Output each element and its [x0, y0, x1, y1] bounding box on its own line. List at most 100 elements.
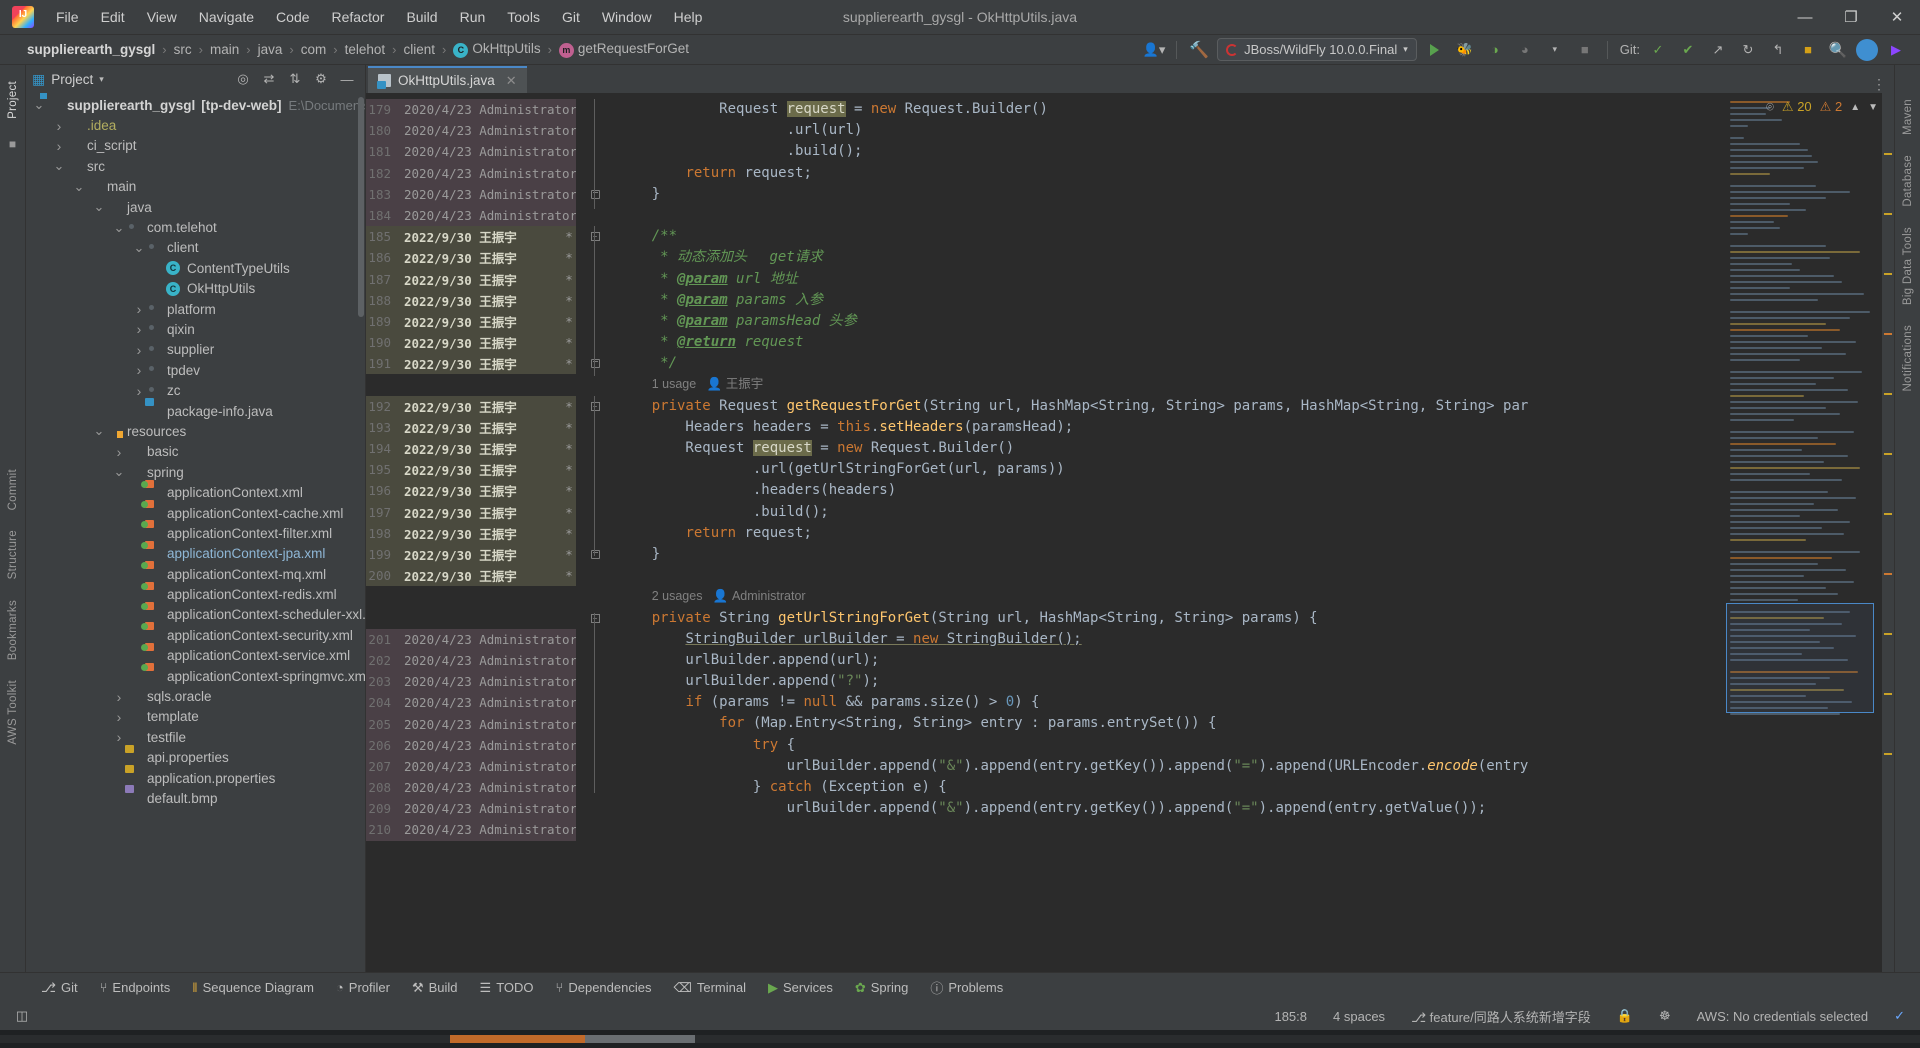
editor-tab-options-icon[interactable]: ⋮: [1872, 76, 1894, 93]
annotation-row[interactable]: 194 2022/9/30 王振宇 *: [366, 438, 576, 460]
settings-gear-icon[interactable]: ⚙: [309, 68, 333, 90]
tool-tab-aws[interactable]: AWS Toolkit: [4, 670, 22, 755]
inspection-profile-icon[interactable]: ☸: [1654, 1006, 1676, 1026]
tree-item-ci-script[interactable]: › ci_script: [26, 136, 365, 156]
chevron-right-icon[interactable]: ›: [112, 729, 126, 745]
breadcrumb-item-okhttputils[interactable]: C OkHttpUtils: [450, 40, 543, 59]
fold-gutter-row[interactable]: [576, 290, 614, 311]
menu-item-navigate[interactable]: Navigate: [189, 5, 264, 29]
tree-item-package-info.java[interactable]: package-info.java: [26, 401, 365, 421]
menu-bar[interactable]: File Edit View Navigate Code Refactor Bu…: [46, 5, 712, 29]
structure-chip-icon[interactable]: ■: [9, 137, 16, 151]
annotation-row[interactable]: 210 2020/4/23 Administrator: [366, 819, 577, 841]
fold-gutter-row[interactable]: [576, 735, 614, 756]
editor-tab-okhttputils[interactable]: OkHttpUtils.java ✕: [368, 66, 527, 93]
fold-gutter-row[interactable]: [576, 184, 614, 205]
error-stripe-mark[interactable]: [1884, 693, 1892, 695]
menu-item-refactor[interactable]: Refactor: [322, 5, 395, 29]
collapse-fold-icon[interactable]: −: [590, 232, 600, 242]
chevron-right-icon[interactable]: ›: [132, 301, 146, 317]
code-line[interactable]: Request request = new Request.Builder(): [614, 438, 1722, 459]
chevron-down-icon[interactable]: ⌄: [72, 180, 86, 193]
aws-credentials-widget[interactable]: AWS: No credentials selected: [1692, 1007, 1873, 1026]
annotation-row[interactable]: 180 2020/4/23 Administrator: [366, 120, 577, 142]
fold-gutter-row[interactable]: [576, 692, 614, 713]
run-with-coverage-button[interactable]: ◑: [1483, 39, 1507, 61]
tree-item-applicationcontext-redis.xml[interactable]: applicationContext-redis.xml: [26, 584, 365, 604]
tree-item-supplier[interactable]: › supplier: [26, 340, 365, 360]
tree-item-basic[interactable]: › basic: [26, 442, 365, 462]
annotation-row[interactable]: [366, 374, 576, 396]
fold-end-icon[interactable]: [590, 189, 600, 199]
annotation-row[interactable]: 193 2022/9/30 王振宇 *: [366, 416, 576, 438]
menu-item-view[interactable]: View: [137, 5, 187, 29]
error-stripe-mark[interactable]: [1884, 393, 1892, 395]
bottom-tab-sequence-diagram[interactable]: ‖ Sequence Diagram: [181, 977, 325, 998]
chevron-right-icon[interactable]: ›: [132, 342, 146, 358]
build-hammer-icon[interactable]: 🔨: [1187, 39, 1211, 61]
bottom-tab-todo[interactable]: ☰ TODO: [469, 977, 545, 999]
bottom-tab-services[interactable]: ▶ Services: [757, 977, 844, 999]
git-branch-widget[interactable]: ⎇ feature/同路人系统新增字段: [1406, 1005, 1596, 1028]
git-update-icon[interactable]: ✓: [1646, 39, 1670, 61]
fold-gutter-row[interactable]: [576, 120, 614, 141]
fold-gutter-row[interactable]: [576, 311, 614, 332]
fold-gutter-row[interactable]: [576, 713, 614, 734]
code-line[interactable]: .headers(headers): [614, 480, 1722, 501]
annotation-row[interactable]: 181 2020/4/23 Administrator: [366, 141, 577, 163]
code-line[interactable]: if (params != null && params.size() > 0)…: [614, 692, 1722, 713]
expand-all-icon[interactable]: ⇄: [257, 68, 281, 90]
code-line[interactable]: * @return request: [614, 332, 1722, 353]
tool-tab-bigdata[interactable]: Big Data Tools: [1899, 217, 1917, 315]
code-line[interactable]: urlBuilder.append("&").append(entry.getK…: [614, 798, 1722, 819]
code-line[interactable]: StringBuilder urlBuilder = new StringBui…: [614, 629, 1722, 650]
tree-item-.idea[interactable]: › .idea: [26, 115, 365, 135]
inspection-widget[interactable]: ⌾ ⚠ 20 ⚠ 2 ▲ ▼: [1766, 99, 1878, 115]
annotation-row[interactable]: 202 2020/4/23 Administrator: [366, 649, 577, 672]
menu-item-code[interactable]: Code: [266, 5, 319, 29]
tree-item-testfile[interactable]: › testfile: [26, 727, 365, 747]
tree-item-contenttypeutils[interactable]: C ContentTypeUtils: [26, 258, 365, 278]
git-history-icon[interactable]: ↻: [1736, 39, 1760, 61]
annotation-row[interactable]: 192 2022/9/30 王振宇 *: [366, 395, 576, 417]
bottom-tab-profiler[interactable]: ◔ Profiler: [325, 977, 401, 998]
fold-gutter-row[interactable]: [576, 502, 614, 523]
annotation-row[interactable]: 185 2022/9/30 王振宇 *: [366, 226, 576, 248]
user-switch-icon[interactable]: 👤▾: [1142, 39, 1166, 61]
breadcrumb-item-getrequestforget[interactable]: m getRequestForGet: [556, 40, 692, 59]
fold-gutter-row[interactable]: [576, 163, 614, 184]
collapse-fold-icon[interactable]: −: [590, 613, 600, 623]
fold-gutter-row[interactable]: [576, 332, 614, 353]
breadcrumb-item-supplierearth-gysgl[interactable]: supplierearth_gysgl: [24, 41, 158, 58]
fold-gutter-row[interactable]: [576, 565, 614, 586]
git-rollback-icon[interactable]: ↰: [1766, 39, 1790, 61]
code-line[interactable]: private Request getRequestForGet(String …: [614, 396, 1722, 417]
annotation-row[interactable]: 191 2022/9/30 王振宇 *: [366, 353, 576, 375]
code-line[interactable]: /**: [614, 226, 1722, 247]
error-stripe-mark[interactable]: [1884, 213, 1892, 215]
stop-button[interactable]: ■: [1573, 39, 1597, 61]
code-line[interactable]: urlBuilder.append("&").append(entry.getK…: [614, 756, 1722, 777]
bottom-tab-endpoints[interactable]: ⑂ Endpoints: [89, 977, 182, 998]
fold-gutter-row[interactable]: [576, 99, 614, 120]
tree-item-supplierearth-gysgl[interactable]: ⌄ supplierearth_gysgl [tp-dev-web] E:\Docum…: [26, 95, 365, 115]
lock-icon[interactable]: 🔒: [1612, 1006, 1638, 1026]
annotation-row[interactable]: 188 2022/9/30 王振宇 *: [366, 289, 576, 311]
chevron-down-icon[interactable]: ⌄: [92, 200, 106, 213]
breadcrumb-item-telehot[interactable]: telehot: [342, 41, 389, 58]
tree-item-platform[interactable]: › platform: [26, 299, 365, 319]
tool-tab-commit[interactable]: Commit: [4, 459, 22, 520]
fold-gutter-row[interactable]: [576, 417, 614, 438]
tool-tab-notifications[interactable]: Notifications: [1899, 315, 1917, 402]
tree-item-qixin[interactable]: › qixin: [26, 319, 365, 339]
fold-gutter-row[interactable]: [576, 756, 614, 777]
fold-gutter-row[interactable]: [576, 798, 614, 819]
project-scope-chevron-icon[interactable]: ▾: [99, 74, 104, 85]
fold-gutter-row[interactable]: [576, 247, 614, 268]
code-line[interactable]: private String getUrlStringForGet(String…: [614, 608, 1722, 629]
fold-gutter-row[interactable]: [576, 141, 614, 162]
caret-position[interactable]: 185:8: [1269, 1007, 1312, 1026]
annotation-row[interactable]: 182 2020/4/23 Administrator: [366, 162, 577, 184]
annotation-row[interactable]: 186 2022/9/30 王振宇 *: [366, 247, 576, 269]
collapse-all-icon[interactable]: ⇅: [283, 68, 307, 90]
